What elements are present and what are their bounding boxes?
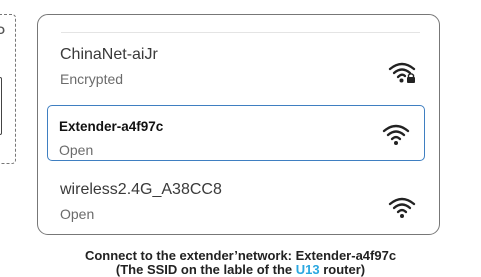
network-item-chinanet[interactable]: ChinaNet-aiJr Encrypted [60,46,422,102]
wifi-lock-icon [388,62,416,83]
network-item-wireless[interactable]: wireless2.4G_A38CC8 Open [60,181,422,237]
panel-bracket [0,77,2,135]
list-divider [61,32,420,33]
wifi-network-list: ChinaNet-aiJr Encrypted Extender-a4f97c … [37,14,440,235]
network-security: Open [60,206,95,222]
subcaption-suffix: router) [319,262,366,277]
network-security: Open [59,142,94,158]
wifi-icon [382,124,410,145]
wifi-icon [388,197,416,218]
ssid-label-panel: ID [0,14,16,164]
network-ssid: Extender-a4f97c [59,119,164,134]
instruction-caption: Connect to the extender’network: Extende… [84,248,397,263]
network-ssid: ChinaNet-aiJr [60,46,158,63]
id-label: ID [0,25,5,37]
router-model: U13 [295,262,320,277]
network-security: Encrypted [60,71,124,87]
network-item-extender[interactable]: Extender-a4f97c Open [47,105,425,161]
network-ssid: wireless2.4G_A38CC8 [60,181,222,198]
instruction-subcaption: (The SSID on the lable of the U13 router… [0,262,481,277]
subcaption-prefix: (The SSID on the lable of the [115,262,296,277]
